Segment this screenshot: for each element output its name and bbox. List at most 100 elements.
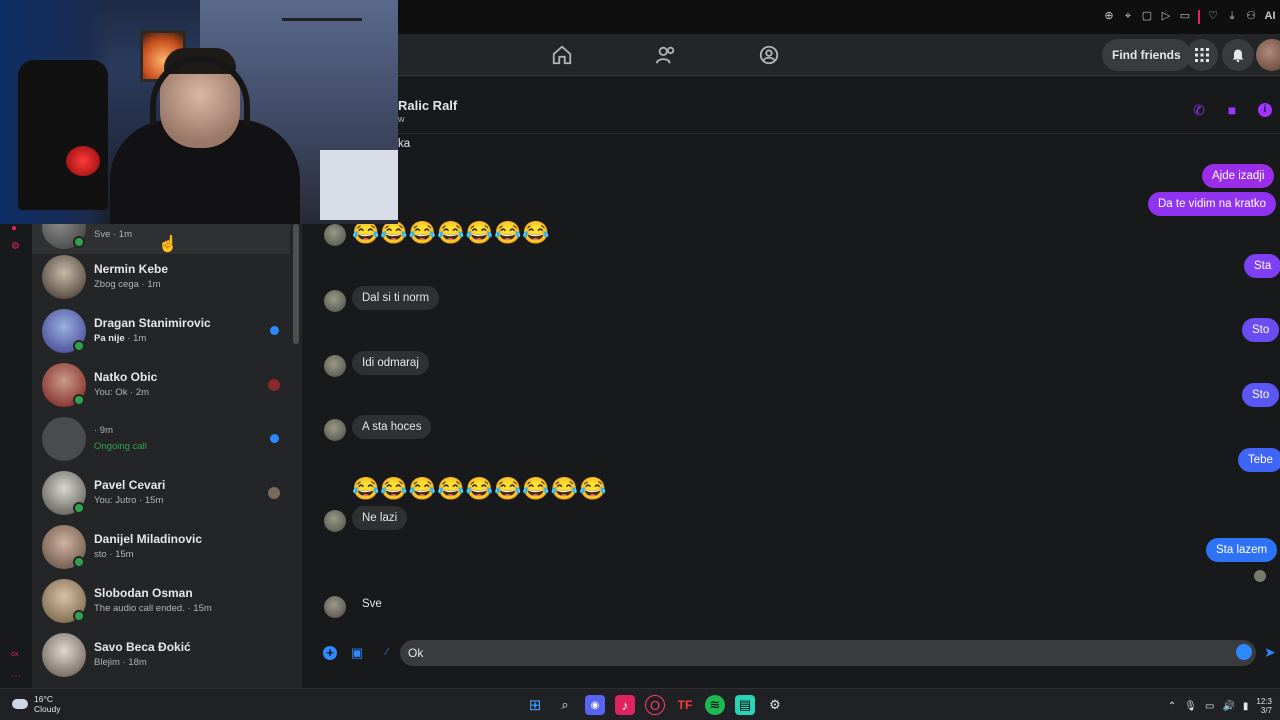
screen: ⊕ ⌖ ▢ ▷ ▭ ♡ ⤓ ⚇ AI Find friends ● ⚙ ox ⋯… [0, 0, 1280, 720]
image-icon[interactable]: ▣ [349, 645, 365, 661]
gif-icon[interactable]: ⁄ [379, 645, 395, 661]
tf-app-icon[interactable]: TF [675, 695, 695, 715]
gaming-chair [18, 60, 108, 210]
chat-item[interactable]: Nermin Kebe Zbog cega · 1m [32, 250, 290, 304]
message-in: Idi odmaraj [352, 351, 429, 375]
chat-item[interactable]: Dragan Stanimirovic Pa nije · 1m [32, 304, 290, 358]
chat-name: Natko Obic [94, 370, 158, 384]
avatar [324, 290, 346, 312]
chat-preview: The audio call ended. · 15m [94, 603, 212, 614]
temperature: 16°C [34, 694, 53, 704]
online-indicator [73, 556, 85, 568]
opera-gx-icon[interactable]: O [645, 695, 665, 715]
online-indicator [73, 394, 85, 406]
chat-list-scrollbar[interactable] [293, 224, 299, 344]
discord-icon[interactable]: ◉ [585, 695, 605, 715]
chat-item[interactable]: · 9m Ongoing call [32, 412, 290, 466]
battery-icon[interactable]: ▮ [1243, 701, 1249, 712]
more-icon[interactable]: ⋯ [11, 672, 21, 682]
avatar [42, 255, 86, 299]
online-indicator [73, 236, 85, 248]
cast-icon[interactable]: ▭ [1179, 10, 1191, 22]
volume-icon[interactable]: 🔊 [1222, 701, 1234, 712]
microphone-icon[interactable]: 🎙 [1184, 701, 1197, 712]
zoom-icon[interactable]: ⊕ [1103, 10, 1115, 22]
network-icon[interactable]: ▭ [1205, 701, 1214, 712]
ai-icon[interactable]: AI [1264, 10, 1276, 22]
avatar [42, 633, 86, 677]
conversation-panel: Ralic Ralf w ✆ ■ i ka Ajde izadji Da te … [302, 76, 1280, 688]
chat-name: Dragan Stanimirovic [94, 316, 211, 330]
emoji-icon[interactable] [1236, 644, 1252, 660]
conversation-title[interactable]: Ralic Ralf [398, 98, 457, 113]
message-out: Sto [1242, 383, 1280, 407]
tiktok-icon[interactable]: ♪ [615, 695, 635, 715]
phone-icon[interactable]: ✆ [1191, 102, 1207, 118]
chat-preview: Sve · 1m [94, 229, 133, 240]
chat-item[interactable]: Natko Obic You: Ok · 2m [32, 358, 290, 412]
search-icon[interactable]: ⌕ [555, 695, 575, 715]
online-indicator [73, 340, 85, 352]
message-in: Sve [362, 598, 382, 610]
windows-start-icon[interactable]: ⊞ [525, 695, 545, 715]
video-icon[interactable]: ■ [1224, 102, 1240, 118]
conversation-header: Ralic Ralf w ✆ ■ i [302, 76, 1280, 134]
message-in: 😂😂😂😂😂😂😂😂😂 [352, 476, 608, 501]
rail-icon[interactable]: ● [11, 224, 21, 234]
gear-icon[interactable]: ⚙ [11, 242, 21, 252]
chat-preview: Blejim · 18m [94, 657, 147, 668]
profile-icon[interactable]: ⚇ [1245, 10, 1257, 22]
weather-condition: Cloudy [34, 704, 61, 714]
cloud-icon [12, 699, 28, 709]
avatar [324, 419, 346, 441]
chat-item[interactable]: Danijel Miladinovic sto · 15m [32, 520, 290, 574]
notifications-button[interactable] [1222, 39, 1254, 71]
chat-name: Savo Beca Đokić [94, 640, 191, 654]
avatar [324, 224, 346, 246]
message-out: Ajde izadji [1202, 164, 1275, 188]
heart-icon[interactable]: ♡ [1207, 10, 1219, 22]
chat-preview: Zbog cega · 1m [94, 279, 161, 290]
weather-widget[interactable]: 16°C Cloudy [12, 694, 60, 714]
menu-grid-button[interactable] [1186, 39, 1218, 71]
clock[interactable]: 12:3 3/7 [1256, 697, 1272, 715]
send-icon[interactable]: ➤ [1264, 644, 1280, 660]
avatar [324, 596, 346, 618]
download-icon[interactable]: ⤓ [1226, 10, 1238, 22]
tab-icon[interactable]: ▢ [1141, 10, 1153, 22]
chat-item[interactable]: Savo Beca Đokić Blejim · 18m [32, 628, 290, 682]
add-icon[interactable]: + [323, 646, 337, 660]
seen-avatar [268, 487, 280, 499]
chat-app-icon[interactable]: ▤ [735, 695, 755, 715]
system-tray: ⌃ 🎙 ▭ 🔊 ▮ 12:3 3/7 [1168, 697, 1272, 715]
message-input[interactable]: Ok [400, 640, 1256, 666]
seen-avatar [268, 379, 280, 391]
play-icon[interactable]: ▷ [1160, 10, 1172, 22]
find-friends-button[interactable]: Find friends [1102, 39, 1191, 71]
message-in: Dal si ti norm [352, 286, 440, 310]
settings-app-icon[interactable]: ⚙ [765, 695, 785, 715]
chat-name: Slobodan Osman [94, 586, 193, 600]
ongoing-call-label: Ongoing call [94, 441, 147, 452]
unread-indicator [270, 326, 279, 335]
seen-avatar [1254, 570, 1266, 582]
account-avatar[interactable] [1256, 39, 1280, 71]
message-out: Sta [1244, 254, 1280, 278]
message-text: ka [398, 138, 411, 150]
taskbar: 16°C Cloudy ⊞ ⌕ ◉ ♪ O TF ≋ ▤ ⚙ ⌃ 🎙 ▭ 🔊 ▮… [0, 688, 1280, 720]
chat-preview: sto · 15m [94, 549, 134, 560]
left-rail: ● ⚙ ox ⋯ [0, 224, 32, 688]
chevron-up-icon[interactable]: ⌃ [1168, 701, 1176, 712]
message-out: Sta lazem [1206, 538, 1278, 562]
info-icon[interactable]: i [1258, 103, 1272, 117]
pin-icon[interactable]: ⌖ [1122, 10, 1134, 22]
groups-icon[interactable] [758, 44, 780, 66]
spotify-icon[interactable]: ≋ [705, 695, 725, 715]
online-indicator [73, 610, 85, 622]
chat-item[interactable]: Pavel Cevari You: Jutro · 15m [32, 466, 290, 520]
unread-indicator [270, 434, 279, 443]
chat-preview: You: Jutro · 15m [94, 495, 164, 506]
friends-icon[interactable] [655, 44, 677, 66]
home-icon[interactable] [551, 44, 573, 66]
chat-item[interactable]: Slobodan Osman The audio call ended. · 1… [32, 574, 290, 628]
